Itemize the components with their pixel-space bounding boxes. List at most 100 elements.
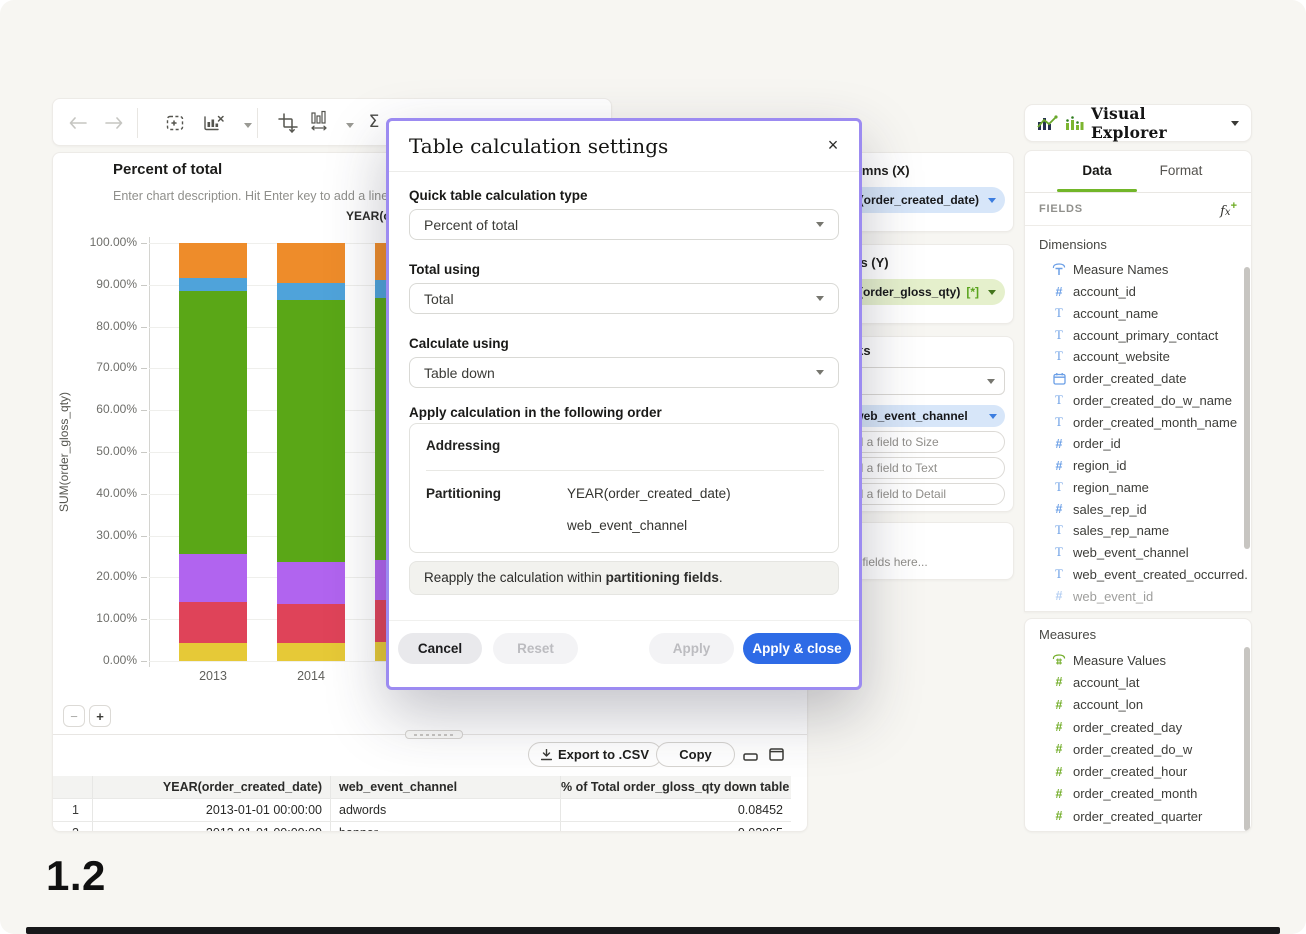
bar-segment-segment-blue[interactable] bbox=[277, 283, 345, 301]
measures-scrollbar[interactable] bbox=[1244, 647, 1250, 831]
table-row[interactable]: 12013-01-01 00:00:00adwords0.08452 bbox=[53, 799, 791, 822]
field-item-account-lat[interactable]: #account_lat bbox=[1025, 671, 1247, 693]
field-item-account-name[interactable]: Taccount_name bbox=[1025, 303, 1247, 325]
table-header-row[interactable]: YEAR(order_created_date)web_event_channe… bbox=[53, 776, 791, 799]
total-using-select[interactable]: Total bbox=[409, 283, 839, 314]
chart-title[interactable]: Percent of total bbox=[113, 161, 222, 178]
table-header-cell: web_event_channel bbox=[331, 776, 561, 798]
chevron-down-icon[interactable] bbox=[816, 222, 824, 227]
table-calculation-settings-modal: Table calculation settings × Quick table… bbox=[386, 118, 862, 690]
copy-button[interactable]: Copy bbox=[656, 742, 735, 767]
chevron-down-icon[interactable] bbox=[816, 296, 824, 301]
field-item-account-id[interactable]: #account_id bbox=[1025, 281, 1247, 303]
field-item-order-created-day[interactable]: #order_created_day bbox=[1025, 716, 1247, 738]
panel-resize-handle[interactable] bbox=[405, 730, 463, 739]
chevron-down-icon[interactable] bbox=[1231, 121, 1239, 126]
results-table[interactable]: YEAR(order_created_date)web_event_channe… bbox=[53, 776, 791, 832]
tab-data[interactable]: Data bbox=[1062, 163, 1132, 178]
bar-chart-logo-icon bbox=[1065, 115, 1084, 131]
stacked-bar-2014[interactable] bbox=[277, 243, 345, 661]
x-tick-label: 2014 bbox=[277, 669, 345, 683]
bar-segment-segment-yellow[interactable] bbox=[179, 643, 247, 661]
bar-segment-segment-green[interactable] bbox=[277, 300, 345, 562]
back-icon[interactable] bbox=[65, 110, 91, 136]
field-item-order-created-quarter[interactable]: #order_created_quarter bbox=[1025, 805, 1247, 827]
chevron-down-icon[interactable] bbox=[988, 198, 996, 203]
chevron-down-icon[interactable] bbox=[816, 370, 824, 375]
total-using-label: Total using bbox=[409, 262, 480, 277]
export-csv-button[interactable]: Export to .CSV bbox=[528, 742, 662, 767]
zoom-out-button[interactable]: − bbox=[63, 705, 85, 727]
forward-icon[interactable] bbox=[101, 110, 127, 136]
calc-type-value: Percent of total bbox=[424, 217, 518, 233]
field-item-web-event-created-occurred-[interactable]: Tweb_event_created_occurred... bbox=[1025, 564, 1247, 586]
field-item-order-created-month[interactable]: #order_created_month bbox=[1025, 783, 1247, 805]
apply-close-button[interactable]: Apply & close bbox=[743, 633, 851, 664]
sigma-icon[interactable]: Σ bbox=[361, 109, 387, 135]
field-item-order-id[interactable]: #order_id bbox=[1025, 433, 1247, 455]
stacked-bar-2013[interactable] bbox=[179, 243, 247, 661]
zoom-in-button[interactable]: + bbox=[89, 705, 111, 727]
modal-header-divider bbox=[389, 171, 859, 172]
field-item-label: order_created_month bbox=[1073, 786, 1197, 801]
cancel-button[interactable]: Cancel bbox=[398, 633, 482, 664]
calendar-icon bbox=[1051, 372, 1067, 385]
chevron-down-icon[interactable] bbox=[988, 290, 996, 295]
calculate-using-select[interactable]: Table down bbox=[409, 357, 839, 388]
field-item-account-primary-contact[interactable]: Taccount_primary_contact bbox=[1025, 324, 1247, 346]
toolbar-separator bbox=[137, 108, 138, 138]
field-item-account-lon[interactable]: #account_lon bbox=[1025, 694, 1247, 716]
field-item-order-created-do-w-name[interactable]: Torder_created_do_w_name bbox=[1025, 390, 1247, 412]
bar-segment-segment-red[interactable] bbox=[277, 604, 345, 643]
addressing-divider bbox=[426, 470, 824, 471]
field-item-sales-rep-name[interactable]: Tsales_rep_name bbox=[1025, 520, 1247, 542]
chart-type-caret-icon[interactable] bbox=[337, 112, 363, 138]
field-item-measure-names[interactable]: Measure Names bbox=[1025, 259, 1247, 281]
field-item-order-created-do-w[interactable]: #order_created_do_w bbox=[1025, 738, 1247, 760]
bar-segment-segment-yellow[interactable] bbox=[277, 643, 345, 661]
dimensions-scrollbar[interactable] bbox=[1244, 267, 1250, 549]
bar-segment-segment-purple[interactable] bbox=[277, 562, 345, 604]
field-item-web-event-channel[interactable]: Tweb_event_channel bbox=[1025, 542, 1247, 564]
y-tick-mark bbox=[141, 243, 147, 244]
fields-header: FIELDS bbox=[1039, 203, 1083, 215]
chevron-down-icon[interactable] bbox=[987, 379, 995, 384]
calc-type-select[interactable]: Percent of total bbox=[409, 209, 839, 240]
field-item-web-event-id[interactable]: #web_event_id bbox=[1025, 585, 1247, 607]
swap-axes-icon[interactable] bbox=[275, 110, 301, 136]
chart-description-placeholder[interactable]: Enter chart description. Hit Enter key t… bbox=[113, 189, 388, 203]
toolbar-separator bbox=[257, 108, 258, 138]
measure-values-icon bbox=[1051, 654, 1067, 667]
bar-segment-segment-orange[interactable] bbox=[277, 243, 345, 283]
bar-segment-segment-blue[interactable] bbox=[179, 278, 247, 291]
chevron-down-icon[interactable] bbox=[989, 414, 997, 419]
table-header-cell bbox=[53, 776, 93, 798]
remove-chart-icon[interactable] bbox=[201, 110, 227, 136]
field-item-order-created-date[interactable]: order_created_date bbox=[1025, 368, 1247, 390]
bar-segment-segment-orange[interactable] bbox=[179, 243, 247, 278]
bar-segment-segment-green[interactable] bbox=[179, 291, 247, 555]
field-item-account-website[interactable]: Taccount_website bbox=[1025, 346, 1247, 368]
reset-button[interactable]: Reset bbox=[493, 633, 578, 664]
explorer-switcher-button[interactable]: Visual Explorer bbox=[1024, 104, 1252, 142]
bar-segment-segment-red[interactable] bbox=[179, 602, 247, 643]
field-item-order-created-month-name[interactable]: Torder_created_month_name bbox=[1025, 411, 1247, 433]
field-item-region-name[interactable]: Tregion_name bbox=[1025, 477, 1247, 499]
add-formula-field-icon[interactable]: fx+ bbox=[1220, 200, 1237, 220]
close-icon[interactable]: × bbox=[821, 133, 845, 157]
tab-format[interactable]: Format bbox=[1146, 163, 1216, 178]
field-item-order-created-hour[interactable]: #order_created_hour bbox=[1025, 760, 1247, 782]
table-row[interactable]: 22013-01-01 00:00:00banner0.03065 bbox=[53, 822, 791, 832]
field-item-sales-rep-id[interactable]: #sales_rep_id bbox=[1025, 498, 1247, 520]
minimize-icon[interactable] bbox=[743, 748, 759, 761]
chart-type-icon[interactable] bbox=[307, 108, 333, 134]
apply-button[interactable]: Apply bbox=[649, 633, 734, 664]
maximize-icon[interactable] bbox=[769, 748, 785, 761]
field-item-order-created-week[interactable]: #order_created_week bbox=[1025, 827, 1247, 832]
duplicate-chart-icon[interactable] bbox=[161, 110, 187, 136]
total-using-value: Total bbox=[424, 291, 454, 307]
bar-segment-segment-purple[interactable] bbox=[179, 554, 247, 602]
field-item-region-id[interactable]: #region_id bbox=[1025, 455, 1247, 477]
field-item-measure-values[interactable]: Measure Values bbox=[1025, 649, 1247, 671]
field-item-label: web_event_created_occurred... bbox=[1073, 567, 1247, 582]
